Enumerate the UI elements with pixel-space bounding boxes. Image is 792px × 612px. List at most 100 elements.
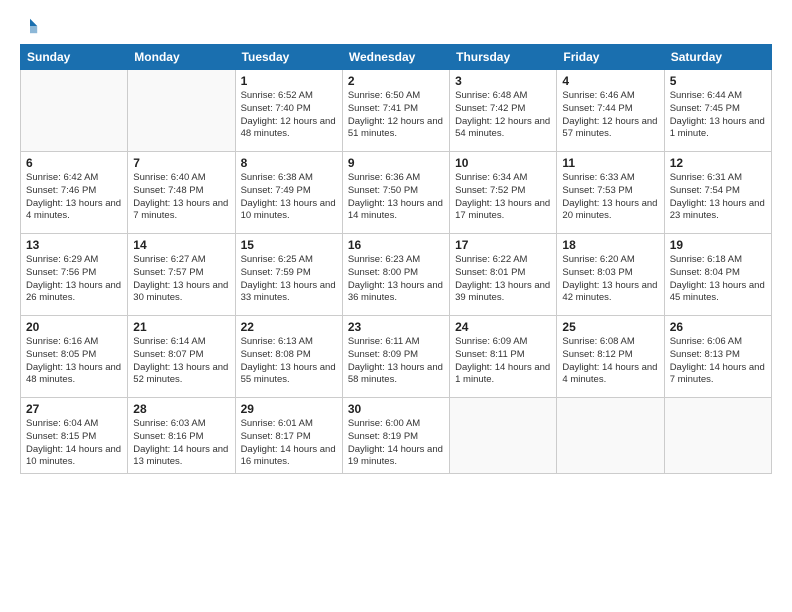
day-number: 25 — [562, 320, 658, 334]
calendar-cell: 4 Sunrise: 6:46 AMSunset: 7:44 PMDaylight… — [557, 70, 664, 152]
day-number: 22 — [241, 320, 337, 334]
calendar-cell: 21 Sunrise: 6:14 AMSunset: 8:07 PMDayligh… — [128, 316, 235, 398]
calendar-cell: 1 Sunrise: 6:52 AMSunset: 7:40 PMDaylight… — [235, 70, 342, 152]
day-info: Sunrise: 6:22 AMSunset: 8:01 PMDaylight:… — [455, 254, 551, 305]
day-number: 20 — [26, 320, 122, 334]
weekday-sunday: Sunday — [21, 45, 128, 70]
calendar-cell: 14 Sunrise: 6:27 AMSunset: 7:57 PMDayligh… — [128, 234, 235, 316]
day-info: Sunrise: 6:01 AMSunset: 8:17 PMDaylight:… — [241, 418, 337, 469]
calendar-cell: 8 Sunrise: 6:38 AMSunset: 7:49 PMDaylight… — [235, 152, 342, 234]
day-info: Sunrise: 6:13 AMSunset: 8:08 PMDaylight:… — [241, 336, 337, 387]
week-row-3: 13 Sunrise: 6:29 AMSunset: 7:56 PMDayligh… — [21, 234, 772, 316]
day-info: Sunrise: 6:42 AMSunset: 7:46 PMDaylight:… — [26, 172, 122, 223]
calendar-cell: 23Sunrise: 6:11 AMSunset: 8:09 PMDayligh… — [342, 316, 449, 398]
day-number: 13 — [26, 238, 122, 252]
calendar-cell: 22 Sunrise: 6:13 AMSunset: 8:08 PMDayligh… — [235, 316, 342, 398]
calendar-cell: 2 Sunrise: 6:50 AMSunset: 7:41 PMDaylight… — [342, 70, 449, 152]
day-info: Sunrise: 6:06 AMSunset: 8:13 PMDaylight:… — [670, 336, 766, 387]
day-number: 29 — [241, 402, 337, 416]
calendar-cell — [557, 398, 664, 474]
day-number: 17 — [455, 238, 551, 252]
day-number: 7 — [133, 156, 229, 170]
day-info: Sunrise: 6:25 AMSunset: 7:59 PMDaylight:… — [241, 254, 337, 305]
calendar-cell: 29 Sunrise: 6:01 AMSunset: 8:17 PMDayligh… — [235, 398, 342, 474]
calendar-cell: 25 Sunrise: 6:08 AMSunset: 8:12 PMDayligh… — [557, 316, 664, 398]
calendar-cell — [664, 398, 771, 474]
day-number: 26 — [670, 320, 766, 334]
week-row-2: 6 Sunrise: 6:42 AMSunset: 7:46 PMDaylight… — [21, 152, 772, 234]
weekday-wednesday: Wednesday — [342, 45, 449, 70]
calendar-cell: 5 Sunrise: 6:44 AMSunset: 7:45 PMDaylight… — [664, 70, 771, 152]
day-number: 5 — [670, 74, 766, 88]
week-row-4: 20 Sunrise: 6:16 AMSunset: 8:05 PMDayligh… — [21, 316, 772, 398]
day-number: 4 — [562, 74, 658, 88]
calendar-cell: 27Sunrise: 6:04 AMSunset: 8:15 PMDayligh… — [21, 398, 128, 474]
calendar-cell: 13 Sunrise: 6:29 AMSunset: 7:56 PMDayligh… — [21, 234, 128, 316]
day-info: Sunrise: 6:14 AMSunset: 8:07 PMDaylight:… — [133, 336, 229, 387]
day-number: 10 — [455, 156, 551, 170]
calendar-cell: 26 Sunrise: 6:06 AMSunset: 8:13 PMDayligh… — [664, 316, 771, 398]
day-info: Sunrise: 6:09 AMSunset: 8:11 PMDaylight:… — [455, 336, 551, 387]
day-number: 2 — [348, 74, 444, 88]
day-number: 28 — [133, 402, 229, 416]
weekday-friday: Friday — [557, 45, 664, 70]
weekday-saturday: Saturday — [664, 45, 771, 70]
calendar-cell: 6 Sunrise: 6:42 AMSunset: 7:46 PMDaylight… — [21, 152, 128, 234]
calendar-cell: 24Sunrise: 6:09 AMSunset: 8:11 PMDayligh… — [450, 316, 557, 398]
weekday-header-row: SundayMondayTuesdayWednesdayThursdayFrid… — [21, 45, 772, 70]
logo-icon — [21, 17, 39, 35]
day-info: Sunrise: 6:46 AMSunset: 7:44 PMDaylight:… — [562, 90, 658, 141]
day-info: Sunrise: 6:20 AMSunset: 8:03 PMDaylight:… — [562, 254, 658, 305]
day-number: 12 — [670, 156, 766, 170]
day-number: 11 — [562, 156, 658, 170]
day-info: Sunrise: 6:16 AMSunset: 8:05 PMDaylight:… — [26, 336, 122, 387]
week-row-1: 1 Sunrise: 6:52 AMSunset: 7:40 PMDaylight… — [21, 70, 772, 152]
calendar-cell — [128, 70, 235, 152]
day-number: 3 — [455, 74, 551, 88]
day-info: Sunrise: 6:11 AMSunset: 8:09 PMDaylight:… — [348, 336, 444, 387]
weekday-monday: Monday — [128, 45, 235, 70]
calendar-cell: 3 Sunrise: 6:48 AMSunset: 7:42 PMDaylight… — [450, 70, 557, 152]
calendar-cell: 10Sunrise: 6:34 AMSunset: 7:52 PMDayligh… — [450, 152, 557, 234]
calendar-cell — [21, 70, 128, 152]
day-info: Sunrise: 6:27 AMSunset: 7:57 PMDaylight:… — [133, 254, 229, 305]
day-info: Sunrise: 6:44 AMSunset: 7:45 PMDaylight:… — [670, 90, 766, 141]
day-info: Sunrise: 6:18 AMSunset: 8:04 PMDaylight:… — [670, 254, 766, 305]
calendar-cell: 18 Sunrise: 6:20 AMSunset: 8:03 PMDayligh… — [557, 234, 664, 316]
header — [20, 16, 772, 36]
weekday-tuesday: Tuesday — [235, 45, 342, 70]
calendar-cell: 20 Sunrise: 6:16 AMSunset: 8:05 PMDayligh… — [21, 316, 128, 398]
day-info: Sunrise: 6:31 AMSunset: 7:54 PMDaylight:… — [670, 172, 766, 223]
day-info: Sunrise: 6:48 AMSunset: 7:42 PMDaylight:… — [455, 90, 551, 141]
day-info: Sunrise: 6:00 AMSunset: 8:19 PMDaylight:… — [348, 418, 444, 469]
day-info: Sunrise: 6:36 AMSunset: 7:50 PMDaylight:… — [348, 172, 444, 223]
day-number: 9 — [348, 156, 444, 170]
calendar-cell: 11Sunrise: 6:33 AMSunset: 7:53 PMDayligh… — [557, 152, 664, 234]
day-number: 6 — [26, 156, 122, 170]
calendar-cell — [450, 398, 557, 474]
calendar-cell: 16Sunrise: 6:23 AMSunset: 8:00 PMDayligh… — [342, 234, 449, 316]
day-info: Sunrise: 6:40 AMSunset: 7:48 PMDaylight:… — [133, 172, 229, 223]
day-info: Sunrise: 6:50 AMSunset: 7:41 PMDaylight:… — [348, 90, 444, 141]
day-info: Sunrise: 6:03 AMSunset: 8:16 PMDaylight:… — [133, 418, 229, 469]
day-number: 16 — [348, 238, 444, 252]
calendar-cell: 17 Sunrise: 6:22 AMSunset: 8:01 PMDayligh… — [450, 234, 557, 316]
day-info: Sunrise: 6:52 AMSunset: 7:40 PMDaylight:… — [241, 90, 337, 141]
day-number: 18 — [562, 238, 658, 252]
calendar-cell: 12 Sunrise: 6:31 AMSunset: 7:54 PMDayligh… — [664, 152, 771, 234]
day-number: 27 — [26, 402, 122, 416]
calendar-cell: 28 Sunrise: 6:03 AMSunset: 8:16 PMDayligh… — [128, 398, 235, 474]
day-number: 1 — [241, 74, 337, 88]
day-info: Sunrise: 6:38 AMSunset: 7:49 PMDaylight:… — [241, 172, 337, 223]
day-number: 14 — [133, 238, 229, 252]
day-info: Sunrise: 6:29 AMSunset: 7:56 PMDaylight:… — [26, 254, 122, 305]
page: SundayMondayTuesdayWednesdayThursdayFrid… — [0, 0, 792, 612]
logo — [20, 16, 41, 36]
day-number: 15 — [241, 238, 337, 252]
day-number: 19 — [670, 238, 766, 252]
calendar-table: SundayMondayTuesdayWednesdayThursdayFrid… — [20, 44, 772, 474]
day-number: 30 — [348, 402, 444, 416]
day-number: 21 — [133, 320, 229, 334]
day-info: Sunrise: 6:08 AMSunset: 8:12 PMDaylight:… — [562, 336, 658, 387]
day-number: 8 — [241, 156, 337, 170]
